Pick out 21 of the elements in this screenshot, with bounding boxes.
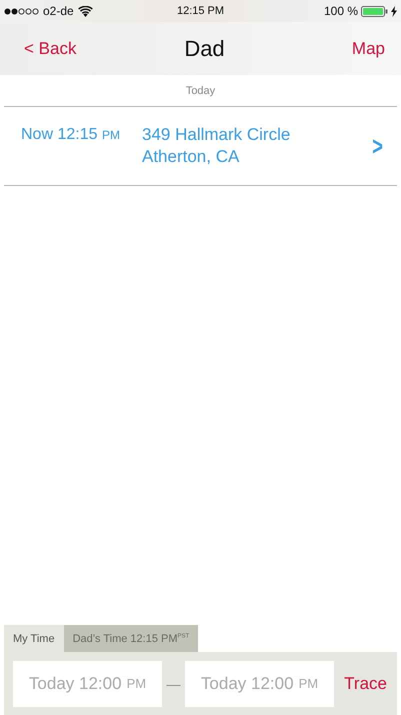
location-time: Now 12:15 PM: [21, 126, 121, 144]
address-line: 349 Hallmark Circle: [142, 124, 290, 146]
time-tab[interactable]: My Time: [4, 625, 64, 652]
end-time-field[interactable]: Today 12:00 PM: [185, 660, 334, 706]
nav-title: Dad: [183, 36, 226, 62]
address-line: Atherton, CA: [142, 146, 240, 168]
map-link[interactable]: Map: [264, 38, 385, 58]
back-link[interactable]: < Back: [24, 38, 144, 58]
battery-icon: [361, 6, 388, 16]
dash-separator: —: [166, 676, 182, 692]
chevron-icon: >: [372, 130, 383, 162]
signal-icon: [4, 8, 39, 14]
time-tab[interactable]: Dad’s Time 12:15 PM$^{PST}$: [64, 625, 198, 652]
section-header: Today: [186, 84, 216, 96]
carrier-name: o2-de: [43, 4, 74, 18]
battery-percent: 100 %: [324, 4, 358, 18]
wifi-icon: [78, 6, 93, 16]
status-time: 12:15 PM: [176, 5, 226, 17]
location-row[interactable]: Now 12:15 PM 349 Hallmark Circle Atherton, CA >: [4, 107, 397, 186]
start-time-field[interactable]: Today 12:00 PM: [13, 660, 162, 706]
trace-button[interactable]: Trace: [344, 674, 387, 694]
